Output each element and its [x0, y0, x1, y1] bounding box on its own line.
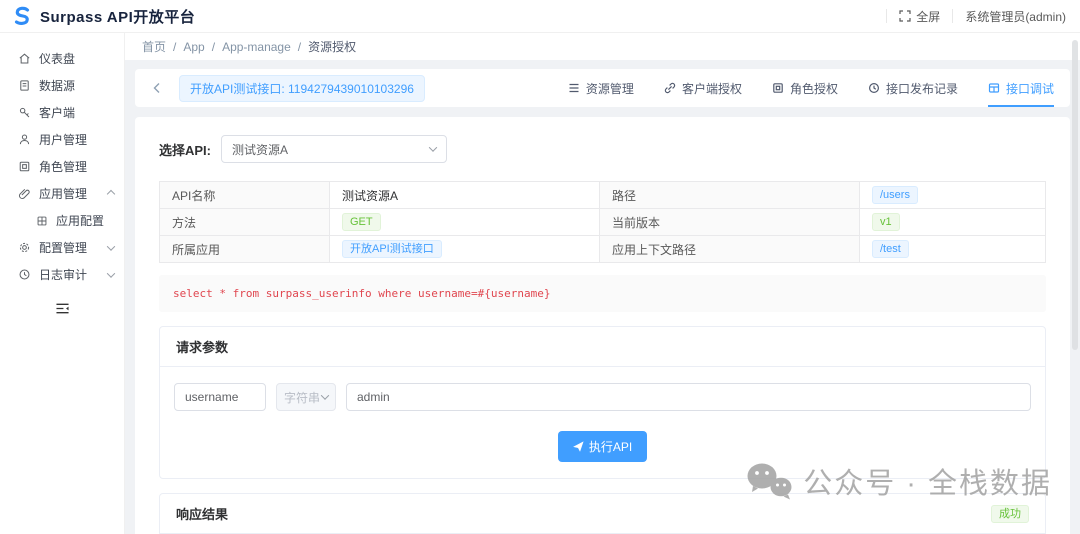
- brand: Surpass API开放平台: [10, 4, 195, 28]
- divider: [886, 9, 887, 23]
- send-icon: [573, 441, 584, 452]
- fullscreen-button[interactable]: 全屏: [899, 8, 940, 25]
- param-type-select[interactable]: 字符串: [276, 383, 336, 411]
- main-area: 首页 / App / App-manage / 资源授权 开放API测试接口: …: [125, 33, 1080, 534]
- detail-value: 测试资源A: [330, 182, 600, 209]
- scrollbar[interactable]: [1072, 40, 1078, 350]
- dashboard-icon: [18, 52, 31, 65]
- chevron-down-icon: [107, 242, 115, 250]
- key-icon: [18, 106, 31, 119]
- user-icon: [18, 133, 31, 146]
- param-row: 字符串: [174, 383, 1031, 411]
- api-select[interactable]: 测试资源A: [221, 135, 447, 163]
- tab-client-auth[interactable]: 客户端授权: [664, 69, 742, 107]
- breadcrumb-item-current: 资源授权: [308, 38, 356, 55]
- sidebar-item-dashboard[interactable]: 仪表盘: [0, 45, 124, 72]
- header-actions: 全屏 系统管理员(admin): [886, 8, 1066, 25]
- gear-icon: [18, 241, 31, 254]
- breadcrumb-item[interactable]: App: [183, 40, 204, 54]
- app-root: Surpass API开放平台 全屏 系统管理员(admin) 仪表盘: [0, 0, 1080, 534]
- chevron-left-icon: [151, 82, 163, 94]
- clock-icon: [18, 268, 31, 281]
- sidebar-item-users[interactable]: 用户管理: [0, 126, 124, 153]
- param-name-input[interactable]: [174, 383, 266, 411]
- app-badge: 开放API测试接口: [342, 240, 442, 258]
- back-button[interactable]: [151, 82, 163, 94]
- breadcrumb-item[interactable]: 首页: [142, 38, 166, 55]
- response-status-badge: 成功: [991, 505, 1029, 523]
- user-menu[interactable]: 系统管理员(admin): [965, 8, 1066, 25]
- grid-icon: [988, 82, 1000, 94]
- chevron-down-icon: [321, 391, 329, 399]
- sql-preview: select * from surpass_userinfo where use…: [159, 275, 1046, 312]
- request-params-title: 请求参数: [176, 337, 228, 356]
- execute-api-button[interactable]: 执行API: [558, 431, 647, 462]
- tab-role-auth[interactable]: 角色授权: [772, 69, 838, 107]
- breadcrumb-separator: /: [298, 40, 301, 54]
- menu-lines-icon: [568, 82, 580, 94]
- top-header: Surpass API开放平台 全屏 系统管理员(admin): [0, 0, 1080, 33]
- param-value-input[interactable]: [346, 383, 1031, 411]
- context-path-badge: /test: [872, 240, 909, 258]
- debug-panel: 选择API: 测试资源A API名称 测试资源A 路径 /users 方法 GE…: [135, 117, 1070, 534]
- chevron-down-icon: [107, 269, 115, 277]
- sidebar-collapse-button[interactable]: [55, 302, 70, 315]
- sidebar-item-datasource[interactable]: 数据源: [0, 72, 124, 99]
- tab-resource-manage[interactable]: 资源管理: [568, 69, 634, 107]
- fullscreen-icon: [899, 10, 911, 22]
- version-badge: v1: [872, 213, 900, 231]
- tab-bar: 资源管理 客户端授权 角色授权: [568, 69, 1054, 107]
- app-title: Surpass API开放平台: [40, 6, 195, 27]
- api-select-value: 测试资源A: [232, 141, 288, 158]
- chevron-down-icon: [429, 143, 437, 151]
- sidebar-item-roles[interactable]: 角色管理: [0, 153, 124, 180]
- detail-label: 方法: [160, 209, 330, 236]
- path-badge: /users: [872, 186, 918, 204]
- sidebar: 仪表盘 数据源 客户端 用户管理: [0, 33, 125, 534]
- menu-fold-icon: [55, 302, 70, 315]
- detail-label: 所属应用: [160, 236, 330, 262]
- param-type-value: 字符串: [284, 389, 320, 406]
- detail-label: API名称: [160, 182, 330, 209]
- link-icon: [664, 82, 676, 94]
- app-config-icon: [36, 215, 48, 227]
- sidebar-item-app-manage[interactable]: 应用管理: [0, 180, 124, 207]
- detail-label: 应用上下文路径: [600, 236, 860, 262]
- tab-api-debug[interactable]: 接口调试: [988, 69, 1054, 107]
- toolbar: 开放API测试接口: 1194279439010103296 资源管理 客户端授…: [135, 69, 1070, 107]
- divider: [952, 9, 953, 23]
- frame-icon: [772, 82, 784, 94]
- response-title: 响应结果: [176, 504, 228, 523]
- sidebar-item-app-config[interactable]: 应用配置: [0, 207, 124, 234]
- breadcrumb: 首页 / App / App-manage / 资源授权: [125, 33, 1080, 60]
- chevron-up-icon: [107, 189, 115, 197]
- surpass-logo-icon: [10, 4, 34, 28]
- api-detail-table: API名称 测试资源A 路径 /users 方法 GET 当前版本 v1 所属应…: [159, 181, 1046, 263]
- detail-label: 路径: [600, 182, 860, 209]
- response-panel: 响应结果 成功 状态码 0 执行时间 123ms 消息 success: [159, 493, 1046, 534]
- sidebar-item-client[interactable]: 客户端: [0, 99, 124, 126]
- paperclip-icon: [18, 187, 31, 200]
- request-params-panel: 请求参数 字符串: [159, 326, 1046, 479]
- breadcrumb-separator: /: [212, 40, 215, 54]
- breadcrumb-separator: /: [173, 40, 176, 54]
- role-icon: [18, 160, 31, 173]
- detail-label: 当前版本: [600, 209, 860, 236]
- method-badge: GET: [342, 213, 381, 231]
- select-api-label: 选择API:: [159, 140, 211, 159]
- sidebar-item-config-manage[interactable]: 配置管理: [0, 234, 124, 261]
- api-id-badge: 开放API测试接口: 1194279439010103296: [179, 75, 425, 102]
- tab-publish-record[interactable]: 接口发布记录: [868, 69, 958, 107]
- datasource-icon: [18, 79, 31, 92]
- sidebar-item-log-audit[interactable]: 日志审计: [0, 261, 124, 288]
- breadcrumb-item[interactable]: App-manage: [222, 40, 291, 54]
- clock-icon: [868, 82, 880, 94]
